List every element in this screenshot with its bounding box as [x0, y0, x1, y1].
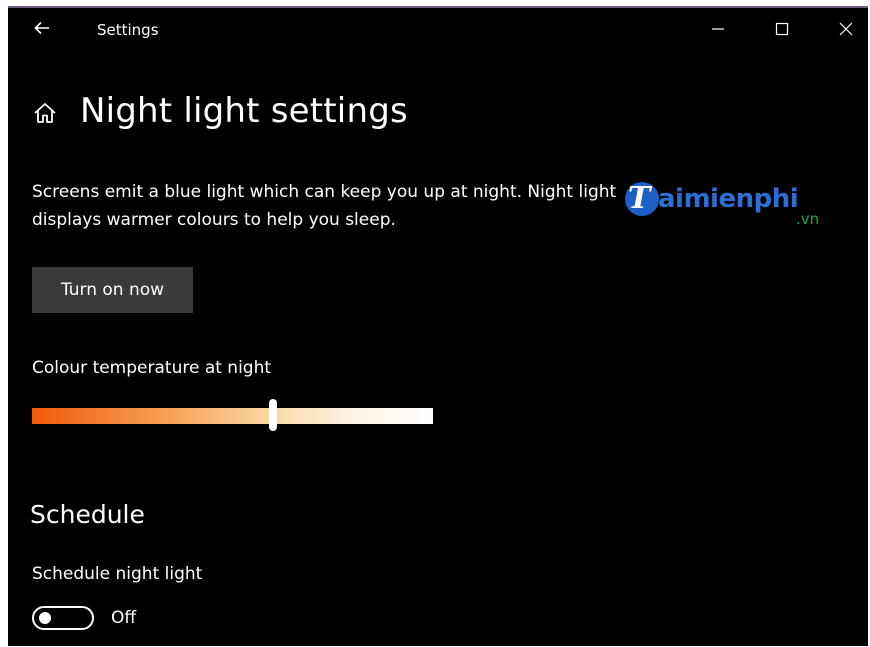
description-text: Screens emit a blue light which can keep…: [32, 182, 617, 230]
schedule-night-light-label: Schedule night light: [32, 564, 203, 584]
app-title: Settings: [97, 21, 159, 39]
colour-temperature-label: Colour temperature at night: [32, 358, 272, 378]
watermark-logo: T aimienphi .vn: [625, 180, 825, 236]
home-button[interactable]: [32, 100, 58, 126]
maximize-icon: [775, 22, 789, 36]
back-arrow-icon: [34, 21, 49, 35]
home-icon: [34, 103, 56, 123]
turn-on-now-button[interactable]: Turn on now: [32, 267, 193, 313]
watermark-circle: T: [625, 181, 659, 216]
toggle-state-text: Off: [111, 608, 137, 628]
slider-track: [32, 408, 433, 424]
close-button[interactable]: [826, 14, 866, 44]
slider-thumb[interactable]: [268, 399, 277, 431]
watermark-text: aimienphi: [658, 184, 799, 214]
minimize-icon: [712, 28, 724, 30]
toggle-knob: [39, 612, 51, 624]
back-button[interactable]: [30, 16, 54, 40]
minimize-button[interactable]: [698, 14, 738, 44]
title-bar: Settings: [8, 8, 868, 52]
watermark-suffix: .vn: [796, 210, 820, 228]
page-title: Night light settings: [80, 91, 408, 131]
schedule-toggle[interactable]: [32, 606, 94, 630]
close-icon: [839, 22, 853, 36]
settings-window: Settings Night light settings Screens em…: [8, 6, 868, 646]
schedule-heading: Schedule: [30, 500, 145, 529]
maximize-button[interactable]: [762, 14, 802, 44]
colour-temperature-slider[interactable]: [32, 399, 433, 431]
